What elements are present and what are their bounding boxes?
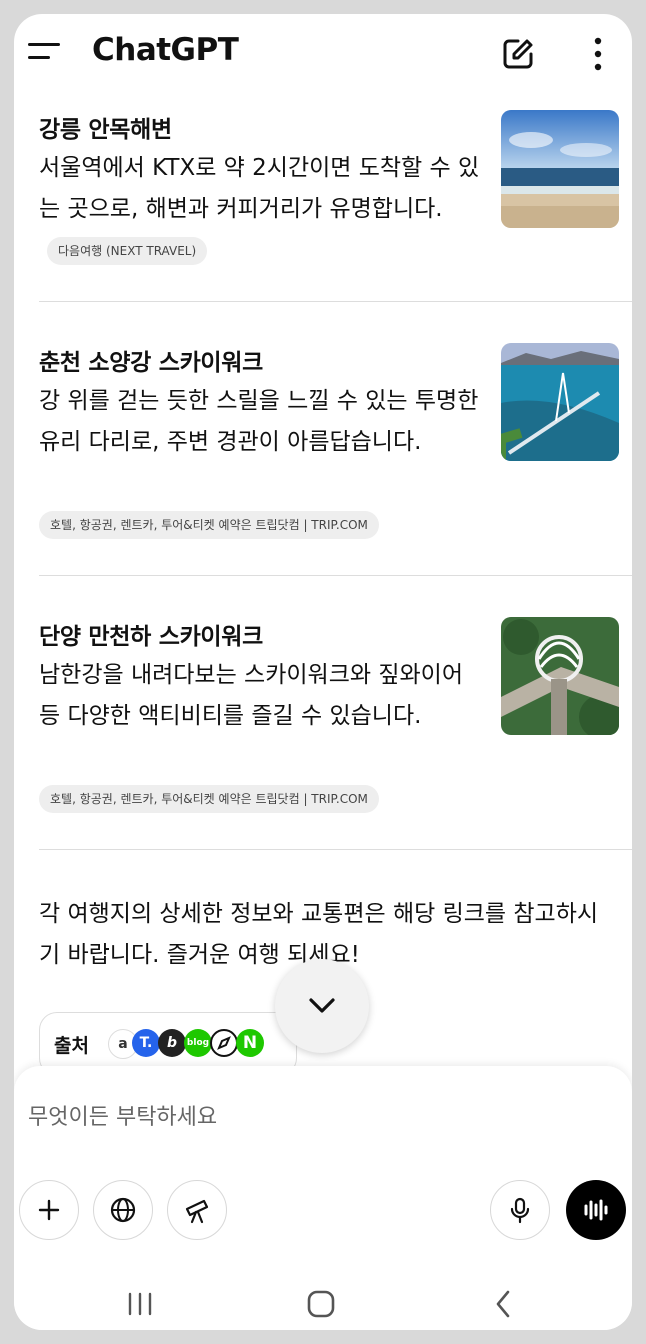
new-chat-icon[interactable] [498,34,538,74]
telescope-icon [185,1199,209,1224]
divider [39,849,632,850]
sources-label: 출처 [54,1035,89,1057]
divider [39,575,632,576]
destination-description: 남한강을 내려다보는 스카이워크와 짚와이어 등 다양한 액티비티를 즐길 수 … [39,662,463,729]
brunch-source-icon: b [158,1029,186,1057]
recent-apps-icon[interactable] [120,1284,160,1324]
menu-icon[interactable] [28,40,62,64]
destination-description: 강 위를 걷는 듯한 스릴을 느낄 수 있는 투명한 유리 다리로, 주변 경관… [39,388,479,455]
chevron-down-icon [309,998,335,1013]
destination-title: 춘천 소양강 스카이워크 [39,350,264,376]
voice-mode-button[interactable] [566,1180,626,1240]
chuncheon-skywalk-image[interactable] [501,343,619,461]
prompt-input[interactable] [26,1096,590,1138]
plus-icon [38,1199,60,1221]
destination-description: 서울역에서 KTX로 약 2시간이면 도착할 수 있는 곳으로, 해변과 커피거… [39,148,489,271]
source-badge[interactable]: 호텔, 항공권, 렌트카, 투어&티켓 예약은 트립닷컴 | TRIP.COM [39,511,379,539]
system-navigation-bar [14,1276,632,1330]
gangneung-beach-image[interactable] [501,110,619,228]
source-badge[interactable]: 다음여행 (NEXT TRAVEL) [47,236,208,265]
danyang-skywalk-image[interactable] [501,617,619,735]
destination-description-text: 서울역에서 KTX로 약 2시간이면 도착할 수 있는 곳으로, 해변과 커피거… [39,155,480,222]
destination-title: 강릉 안목해변 [39,117,172,143]
more-options-icon[interactable] [584,34,612,74]
web-search-button[interactable] [93,1180,153,1240]
divider [39,301,632,302]
scroll-down-button[interactable] [275,959,369,1053]
source-badge[interactable]: 호텔, 항공권, 렌트카, 투어&티켓 예약은 트립닷컴 | TRIP.COM [39,785,379,813]
app-header: ChatGPT [14,14,632,94]
blog-source-icon: blog [184,1029,212,1057]
back-icon[interactable] [484,1284,524,1324]
dictation-button[interactable] [490,1180,550,1240]
trip-source-icon: T. [132,1029,160,1057]
naver-source-icon: N [236,1029,264,1057]
phone-screen: ChatGPT 강릉 안목해변 서울역에서 KTX로 약 2시간이면 도착할 수… [14,14,632,1330]
add-attachment-button[interactable] [19,1180,79,1240]
home-icon[interactable] [301,1284,341,1324]
deep-research-button[interactable] [167,1180,227,1240]
microphone-icon [510,1197,530,1224]
app-title: ChatGPT [92,32,239,68]
waveform-icon [584,1199,608,1221]
destination-title: 단양 만천하 스카이워크 [39,624,264,650]
compass-source-icon [210,1029,238,1057]
globe-icon [110,1197,136,1223]
